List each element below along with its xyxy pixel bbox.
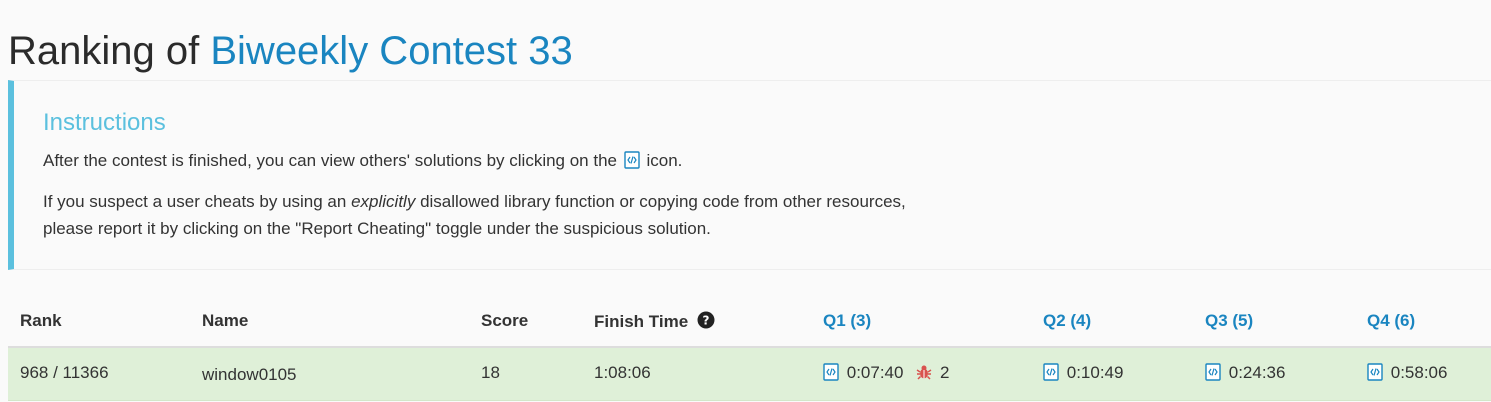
cell-q4: 0:58:06 (1367, 363, 1447, 386)
cell-finish-time: 1:08:06 (594, 363, 651, 382)
header-score: Score (481, 311, 529, 330)
header-finish-time: Finish Time ? (594, 311, 715, 334)
header-q1[interactable]: Q1 (3) (823, 311, 871, 331)
code-file-icon[interactable] (1367, 363, 1383, 386)
cell-q1-wrong-count: 2 (939, 363, 950, 382)
header-q3[interactable]: Q3 (5) (1205, 311, 1253, 331)
cell-q3: 0:24:36 (1205, 363, 1285, 386)
instructions-line-2-start: If you suspect a user cheats by using an (43, 192, 347, 211)
instructions-line-2: If you suspect a user cheats by using an… (43, 188, 906, 215)
page-title-prefix: Ranking of (8, 28, 200, 73)
bug-icon (916, 364, 932, 385)
header-finish-time-label: Finish Time (594, 312, 689, 331)
svg-text:?: ? (702, 314, 709, 328)
instructions-line-1-end: icon. (646, 151, 683, 170)
instructions-panel: Instructions After the contest is finish… (8, 80, 1491, 270)
cell-q3-time: 0:24:36 (1228, 363, 1286, 382)
ranking-table-header: Rank Name Score Finish Time ? Q1 (3) Q2 … (8, 298, 1491, 348)
header-q2[interactable]: Q2 (4) (1043, 311, 1091, 331)
question-circle-icon[interactable]: ? (697, 311, 715, 334)
page-title: Ranking of Biweekly Contest 33 (8, 27, 573, 75)
cell-q2-time: 0:10:49 (1066, 363, 1124, 382)
table-row: 968 / 11366 window0105 18 1:08:06 0:07:4… (8, 348, 1491, 401)
instructions-title: Instructions (43, 109, 166, 136)
instructions-line-2-end: disallowed library function or copying c… (420, 192, 906, 211)
instructions-line-1: After the contest is finished, you can v… (43, 147, 682, 177)
header-name: Name (202, 311, 249, 330)
header-rank: Rank (20, 311, 62, 330)
contest-name-link[interactable]: Biweekly Contest 33 (210, 29, 572, 73)
cell-name[interactable]: window0105 (202, 365, 297, 385)
cell-score: 18 (481, 363, 500, 382)
code-file-icon (624, 150, 640, 177)
code-file-icon[interactable] (1205, 363, 1221, 386)
cell-rank: 968 / 11366 (20, 363, 109, 382)
instructions-line-2-emphasis: explicitly (351, 192, 416, 211)
instructions-line-3: please report it by clicking on the "Rep… (43, 219, 711, 238)
cell-q4-time: 0:58:06 (1390, 363, 1448, 382)
header-q4[interactable]: Q4 (6) (1367, 311, 1415, 331)
cell-q1: 0:07:40 2 (823, 363, 949, 386)
code-file-icon[interactable] (823, 363, 839, 386)
cell-q1-time: 0:07:40 (846, 363, 904, 382)
cell-q2: 0:10:49 (1043, 363, 1123, 386)
instructions-line-1-text: After the contest is finished, you can v… (43, 151, 617, 170)
code-file-icon[interactable] (1043, 363, 1059, 386)
